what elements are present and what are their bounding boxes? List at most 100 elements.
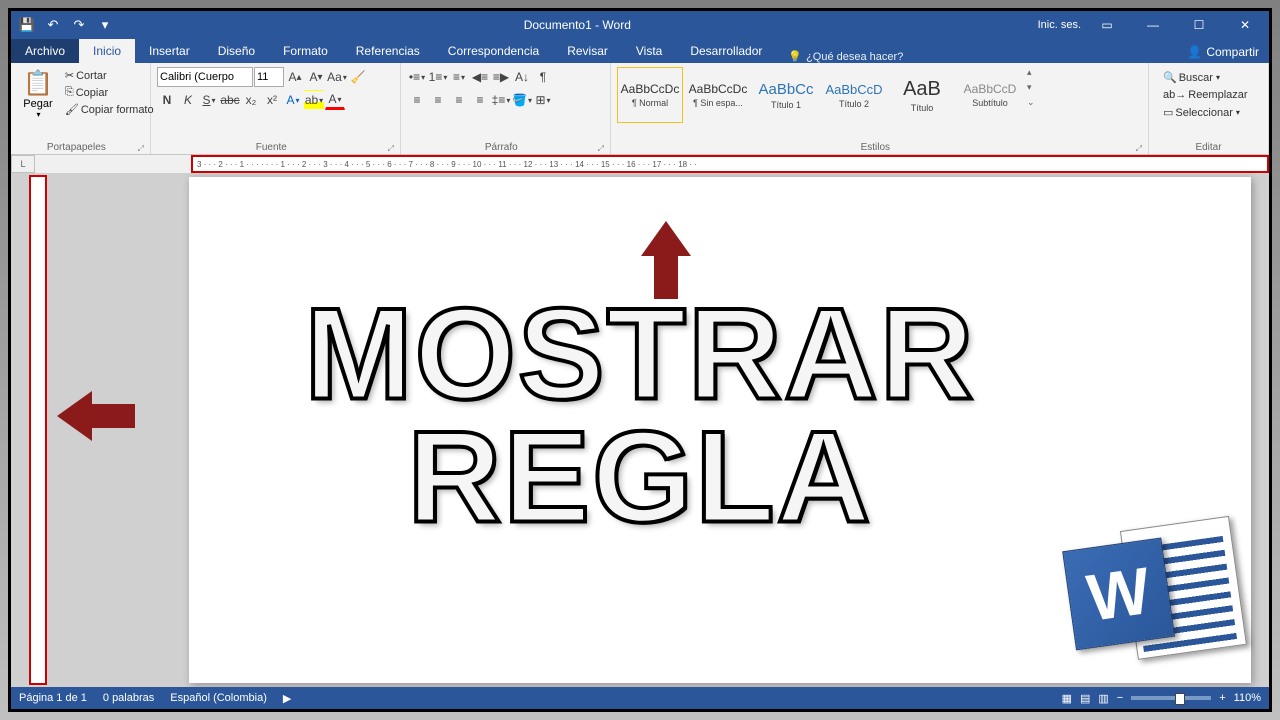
- tab-referencias[interactable]: Referencias: [342, 39, 434, 63]
- numbering-icon[interactable]: 1≡▾: [428, 67, 448, 87]
- signin-link[interactable]: Inic. ses.: [1038, 19, 1081, 31]
- zoom-level[interactable]: 110%: [1234, 692, 1261, 704]
- group-editar: 🔍 Buscar ▾ ab→ Reemplazar ▭ Seleccionar …: [1149, 63, 1269, 154]
- tutorial-title: MOSTRAR REGLA: [304, 292, 975, 539]
- italic-icon[interactable]: K: [178, 90, 198, 110]
- horizontal-ruler[interactable]: 3 · · · 2 · · · 1 · · · · · · · 1 · · · …: [191, 155, 1269, 173]
- style--normal[interactable]: AaBbCcDc¶ Normal: [617, 67, 683, 123]
- paste-button[interactable]: 📋 Pegar ▾: [17, 67, 59, 121]
- style-subt-tulo[interactable]: AaBbCcDSubtítulo: [957, 67, 1023, 123]
- word-count[interactable]: 0 palabras: [103, 692, 154, 704]
- font-color-icon[interactable]: A▾: [325, 90, 345, 110]
- decrease-indent-icon[interactable]: ◀≡: [470, 67, 490, 87]
- style-t-tulo-2[interactable]: AaBbCcDTítulo 2: [821, 67, 887, 123]
- multilevel-icon[interactable]: ≡▾: [449, 67, 469, 87]
- tab-archivo[interactable]: Archivo: [11, 39, 79, 63]
- bullets-icon[interactable]: •≡▾: [407, 67, 427, 87]
- zoom-out-button[interactable]: −: [1117, 692, 1123, 704]
- subscript-icon[interactable]: x₂: [241, 90, 261, 110]
- ruler-horizontal-area: L 3 · · · 2 · · · 1 · · · · · · · 1 · · …: [11, 155, 1269, 173]
- minimize-icon[interactable]: —: [1133, 12, 1173, 38]
- shrink-font-icon[interactable]: A▾: [306, 67, 326, 87]
- dialog-launcher-icon[interactable]: ⤢: [598, 144, 604, 154]
- justify-icon[interactable]: ≡: [470, 90, 490, 110]
- format-painter-button[interactable]: 🖌 Copiar formato: [61, 101, 158, 118]
- tab-insertar[interactable]: Insertar: [135, 39, 204, 63]
- font-size-select[interactable]: [254, 67, 284, 87]
- group-parrafo: •≡▾ 1≡▾ ≡▾ ◀≡ ≡▶ A↓ ¶ ≡ ≡ ≡ ≡ ‡≡▾ 🪣▾ ⊞▾: [401, 63, 611, 154]
- borders-icon[interactable]: ⊞▾: [533, 90, 553, 110]
- sort-icon[interactable]: A↓: [512, 67, 532, 87]
- show-marks-icon[interactable]: ¶: [533, 67, 553, 87]
- zoom-in-button[interactable]: +: [1219, 692, 1225, 704]
- word-logo: W: [1059, 508, 1248, 680]
- page-indicator[interactable]: Página 1 de 1: [19, 692, 87, 704]
- select-button[interactable]: ▭ Seleccionar ▾: [1159, 104, 1252, 121]
- tab-inicio[interactable]: Inicio: [79, 39, 135, 63]
- tab-diseno[interactable]: Diseño: [204, 39, 269, 63]
- align-left-icon[interactable]: ≡: [407, 90, 427, 110]
- quick-access-toolbar: 💾 ↶ ↷ ▾: [15, 14, 117, 36]
- cut-button[interactable]: ✂ Cortar: [61, 67, 158, 84]
- copy-button[interactable]: ⎘ Copiar: [61, 84, 158, 101]
- line-spacing-icon[interactable]: ‡≡▾: [491, 90, 511, 110]
- redo-icon[interactable]: ↷: [67, 14, 91, 36]
- print-layout-icon[interactable]: ▤: [1080, 692, 1090, 705]
- style-t-tulo[interactable]: AaBTítulo: [889, 67, 955, 123]
- tab-vista[interactable]: Vista: [622, 39, 676, 63]
- clear-format-icon[interactable]: 🧹: [348, 67, 368, 87]
- ribbon-display-icon[interactable]: ▭: [1087, 12, 1127, 38]
- text-effects-icon[interactable]: A▾: [283, 90, 303, 110]
- styles-more-icon[interactable]: ⌄: [1027, 97, 1041, 108]
- style--sin-espa-[interactable]: AaBbCcDc¶ Sin espa...: [685, 67, 751, 123]
- font-name-select[interactable]: [157, 67, 253, 87]
- dialog-launcher-icon[interactable]: ⤢: [1136, 144, 1142, 154]
- qat-customize-icon[interactable]: ▾: [93, 14, 117, 36]
- share-button[interactable]: 👤 Compartir: [1177, 41, 1269, 63]
- align-center-icon[interactable]: ≡: [428, 90, 448, 110]
- group-portapapeles: 📋 Pegar ▾ ✂ Cortar ⎘ Copiar 🖌 Copiar for…: [11, 63, 151, 154]
- align-right-icon[interactable]: ≡: [449, 90, 469, 110]
- word-window: 💾 ↶ ↷ ▾ Documento1 - Word Inic. ses. ▭ —…: [8, 8, 1272, 712]
- titlebar: 💾 ↶ ↷ ▾ Documento1 - Word Inic. ses. ▭ —…: [11, 11, 1269, 39]
- tab-revisar[interactable]: Revisar: [553, 39, 622, 63]
- zoom-slider[interactable]: [1131, 696, 1211, 700]
- ribbon: 📋 Pegar ▾ ✂ Cortar ⎘ Copiar 🖌 Copiar for…: [11, 63, 1269, 155]
- read-mode-icon[interactable]: ▦: [1062, 692, 1072, 705]
- tell-me-search[interactable]: 💡 ¿Qué desea hacer?: [776, 50, 1177, 63]
- close-icon[interactable]: ✕: [1225, 12, 1265, 38]
- ribbon-tabs: Archivo Inicio Insertar Diseño Formato R…: [11, 39, 1269, 63]
- tab-formato[interactable]: Formato: [269, 39, 342, 63]
- tab-selector[interactable]: L: [11, 155, 35, 173]
- tab-correspondencia[interactable]: Correspondencia: [434, 39, 553, 63]
- dialog-launcher-icon[interactable]: ⤢: [388, 144, 394, 154]
- clipboard-icon: 📋: [23, 69, 53, 98]
- maximize-icon[interactable]: ☐: [1179, 12, 1219, 38]
- replace-button[interactable]: ab→ Reemplazar: [1159, 87, 1252, 103]
- language-indicator[interactable]: Español (Colombia): [170, 692, 267, 704]
- change-case-icon[interactable]: Aa▾: [327, 67, 347, 87]
- highlight-icon[interactable]: ab▾: [304, 90, 324, 110]
- strikethrough-icon[interactable]: abc: [220, 90, 240, 110]
- underline-icon[interactable]: S▾: [199, 90, 219, 110]
- save-icon[interactable]: 💾: [15, 14, 39, 36]
- web-layout-icon[interactable]: ▥: [1098, 692, 1108, 705]
- group-fuente: A▴ A▾ Aa▾ 🧹 N K S▾ abc x₂ x² A▾ ab▾ A▾: [151, 63, 401, 154]
- grow-font-icon[interactable]: A▴: [285, 67, 305, 87]
- tab-desarrollador[interactable]: Desarrollador: [676, 39, 776, 63]
- shading-icon[interactable]: 🪣▾: [512, 90, 532, 110]
- bold-icon[interactable]: N: [157, 90, 177, 110]
- dialog-launcher-icon[interactable]: ⤢: [138, 144, 144, 154]
- styles-up-icon[interactable]: ▴: [1027, 67, 1041, 78]
- find-button[interactable]: 🔍 Buscar ▾: [1159, 69, 1252, 86]
- group-estilos: AaBbCcDc¶ NormalAaBbCcDc¶ Sin espa...AaB…: [611, 63, 1149, 154]
- styles-down-icon[interactable]: ▾: [1027, 82, 1041, 93]
- document-title: Documento1 - Word: [117, 18, 1038, 32]
- macro-icon[interactable]: ▶: [283, 692, 291, 705]
- undo-icon[interactable]: ↶: [41, 14, 65, 36]
- superscript-icon[interactable]: x²: [262, 90, 282, 110]
- vertical-ruler[interactable]: [29, 175, 47, 685]
- statusbar: Página 1 de 1 0 palabras Español (Colomb…: [11, 687, 1269, 709]
- style-t-tulo-1[interactable]: AaBbCcTítulo 1: [753, 67, 819, 123]
- increase-indent-icon[interactable]: ≡▶: [491, 67, 511, 87]
